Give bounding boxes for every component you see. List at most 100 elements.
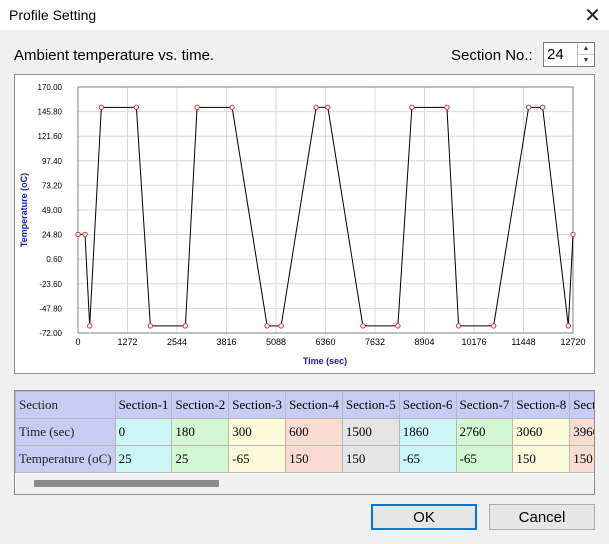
section-header-cell: Section-5	[341, 391, 400, 419]
x-tick-label: 3816	[216, 337, 236, 347]
spinner-down-icon[interactable]: ▼	[578, 55, 594, 66]
y-tick-label: 97.40	[42, 157, 63, 166]
data-point[interactable]	[360, 323, 366, 329]
y-tick-label: 49.00	[42, 206, 63, 215]
data-point[interactable]	[455, 323, 462, 329]
data-point[interactable]	[313, 104, 319, 111]
x-tick-label: 6360	[315, 337, 335, 347]
table-cell[interactable]: 300	[228, 418, 287, 446]
window-title: Profile Setting	[9, 7, 97, 23]
x-tick-label: 8904	[414, 337, 434, 347]
series-segment	[184, 107, 198, 326]
x-tick-label: 10176	[461, 337, 486, 347]
data-point[interactable]	[539, 104, 546, 111]
row-header-time: Time (sec)	[15, 418, 116, 446]
data-point[interactable]	[229, 104, 235, 111]
data-point[interactable]	[565, 323, 572, 329]
table-cell[interactable]: -65	[398, 445, 457, 473]
data-point[interactable]	[395, 323, 401, 329]
x-tick-label: 2544	[167, 337, 187, 347]
section-header-cell: Section-2	[171, 391, 230, 419]
y-tick-label: 170.00	[38, 83, 63, 92]
data-point[interactable]	[444, 104, 450, 111]
series-segment	[231, 107, 268, 326]
close-icon[interactable]: ✕	[576, 0, 609, 30]
section-header-cell: Section-7	[455, 391, 514, 419]
x-tick-label: 7632	[365, 337, 385, 347]
row-header-temperature: Temperature (oC)	[15, 445, 116, 473]
data-point[interactable]	[490, 323, 497, 329]
section-number-label: Section No.:	[451, 47, 533, 64]
y-tick-label: -72.00	[39, 329, 62, 338]
series-segment	[84, 234, 91, 326]
spinner-up-icon[interactable]: ▲	[578, 43, 594, 55]
cancel-button[interactable]: Cancel	[489, 504, 595, 530]
x-tick-label: 1272	[117, 337, 137, 347]
data-point[interactable]	[278, 323, 284, 329]
data-point[interactable]	[194, 104, 200, 111]
x-tick-label: 0	[75, 337, 80, 347]
y-tick-label: -47.80	[39, 304, 62, 313]
chart-panel: 170.00 145.80 121.60 97.40 73.20 49.00 24.80 0.…	[14, 74, 595, 374]
section-header-cell: Section-1	[114, 391, 173, 419]
series-segment	[542, 107, 569, 326]
ok-button[interactable]: OK	[371, 504, 477, 530]
data-point[interactable]	[82, 231, 88, 238]
data-point[interactable]	[75, 231, 81, 238]
series-segment	[567, 234, 574, 326]
data-point[interactable]	[325, 104, 331, 111]
section-number-spinner[interactable]: 24 ▲ ▼	[543, 42, 595, 67]
x-axis-title: Time (sec)	[303, 356, 347, 366]
table-cell[interactable]: 2760	[455, 418, 514, 446]
y-tick-label: -23.60	[39, 280, 62, 289]
table-cell[interactable]: 600	[285, 418, 343, 446]
data-point[interactable]	[182, 323, 189, 329]
table-cell[interactable]: 1860	[398, 418, 457, 446]
section-number-value[interactable]: 24	[547, 46, 564, 63]
data-point[interactable]	[98, 104, 105, 111]
table-cell[interactable]: 150	[569, 445, 594, 473]
section-header-cell: Section-9	[569, 391, 594, 419]
section-table: Section Section-1 Section-2 Section-3 Secti…	[14, 390, 595, 495]
data-point[interactable]	[147, 323, 154, 329]
chart-heading: Ambient temperature vs. time.	[14, 47, 215, 64]
table-cell[interactable]: 150	[285, 445, 343, 473]
data-point[interactable]	[409, 104, 415, 111]
table-cell[interactable]: 1500	[341, 418, 400, 446]
row-temperature: Temperature (oC) 25 25 -65 150 150 -65 -65 150 1…	[15, 445, 594, 473]
y-axis-title: Temperature (oC)	[19, 173, 29, 247]
table-cell[interactable]: -65	[228, 445, 287, 473]
series-segment	[135, 107, 151, 326]
table-cell[interactable]: 3960	[569, 418, 594, 446]
table-cell[interactable]: 150	[512, 445, 571, 473]
x-tick-label: 11448	[511, 337, 535, 347]
series-segment	[397, 107, 413, 326]
series-segment	[446, 107, 460, 326]
table-cell[interactable]: 25	[171, 445, 230, 473]
scrollbar-thumb[interactable]	[34, 480, 219, 487]
data-point[interactable]	[264, 323, 270, 329]
row-section: Section Section-1 Section-2 Section-3 Secti…	[15, 391, 594, 419]
temperature-chart: 170.00 145.80 121.60 97.40 73.20 49.00 24.80 0.…	[19, 83, 586, 366]
table-cell[interactable]: 0	[114, 418, 173, 446]
row-time: Time (sec) 0 180 300 600 1500 1860 2760 3060 396…	[15, 418, 594, 446]
spinner-buttons: ▲ ▼	[577, 43, 594, 66]
series-segment	[280, 107, 317, 326]
data-point[interactable]	[86, 323, 93, 329]
table-cell[interactable]: -65	[455, 445, 514, 473]
data-point[interactable]	[570, 231, 576, 238]
data-point[interactable]	[133, 104, 140, 111]
series-segment	[89, 107, 102, 326]
x-axis-ticks: 0 1272 2544 3816 5088 6360 7632 8904 10176 11448 1…	[75, 337, 585, 347]
table-cell[interactable]: 150	[341, 445, 400, 473]
horizontal-scrollbar[interactable]	[16, 474, 593, 494]
y-axis-ticks: 170.00 145.80 121.60 97.40 73.20 49.00 24.80 0.…	[38, 83, 63, 338]
section-header-cell: Section-8	[512, 391, 571, 419]
section-grid: Section Section-1 Section-2 Section-3 Secti…	[15, 391, 594, 473]
table-cell[interactable]: 25	[114, 445, 173, 473]
table-cell[interactable]: 180	[171, 418, 230, 446]
data-point[interactable]	[525, 104, 532, 111]
x-tick-label: 12720	[560, 337, 585, 347]
x-tick-label: 5088	[266, 337, 286, 347]
table-cell[interactable]: 3060	[512, 418, 571, 446]
